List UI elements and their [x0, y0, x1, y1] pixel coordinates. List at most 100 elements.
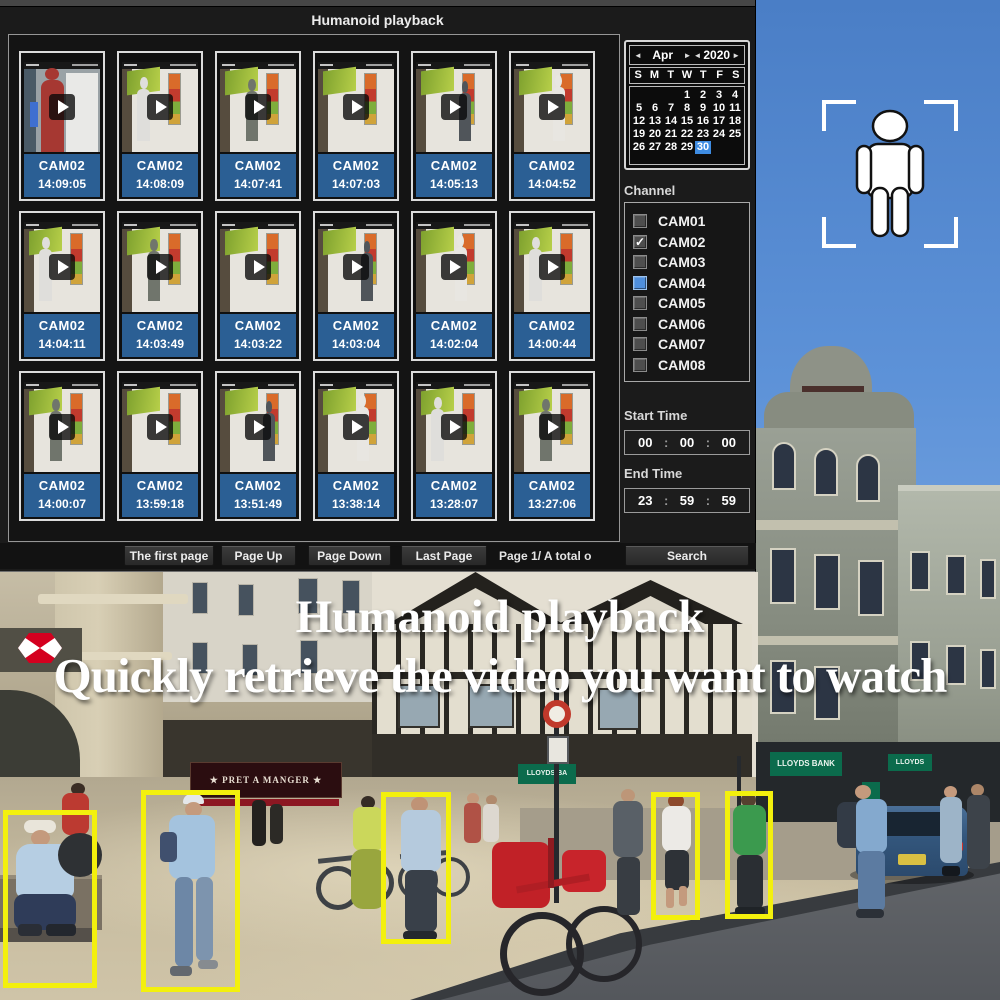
play-icon[interactable] — [441, 254, 467, 280]
play-icon[interactable] — [245, 414, 271, 440]
play-icon[interactable] — [343, 254, 369, 280]
calendar-day[interactable]: 28 — [663, 141, 679, 154]
play-icon[interactable] — [49, 94, 75, 120]
calendar-day[interactable]: 11 — [727, 102, 743, 115]
calendar-day[interactable]: 23 — [695, 128, 711, 141]
channel-row[interactable]: CAM01 — [633, 211, 749, 232]
thumbnail-cell[interactable]: CAM02 14:03:49 — [117, 211, 203, 361]
play-icon[interactable] — [147, 94, 173, 120]
thumbnail-cell[interactable]: CAM02 13:51:49 — [215, 371, 301, 521]
play-icon[interactable] — [539, 94, 565, 120]
calendar-day[interactable]: 24 — [711, 128, 727, 141]
thumb-art — [322, 66, 356, 96]
thumbnail-cell[interactable]: CAM02 14:03:22 — [215, 211, 301, 361]
thumbnail-cell[interactable]: CAM02 13:27:06 — [509, 371, 595, 521]
channel-row[interactable]: ✓ CAM02 — [633, 232, 749, 253]
thumbnail-cell[interactable]: CAM02 13:59:18 — [117, 371, 203, 521]
play-icon[interactable] — [49, 414, 75, 440]
channel-checkbox[interactable] — [633, 275, 647, 290]
search-button[interactable]: Search — [625, 546, 749, 566]
calendar-day[interactable]: 4 — [727, 89, 743, 102]
calendar-day[interactable]: 7 — [663, 102, 679, 115]
calendar-day[interactable]: 29 — [679, 141, 695, 154]
thumbnail-cell[interactable]: CAM02 13:28:07 — [411, 371, 497, 521]
calendar-day[interactable]: 5 — [631, 102, 647, 115]
last-page-button[interactable]: Last Page — [401, 546, 487, 566]
first-page-button[interactable]: The first page — [124, 546, 214, 566]
channel-row[interactable]: CAM06 — [633, 314, 749, 335]
calendar-day[interactable]: 9 — [695, 102, 711, 115]
calendar-day[interactable]: 13 — [647, 115, 663, 128]
channel-row[interactable]: CAM03 — [633, 252, 749, 273]
calendar-day[interactable]: 19 — [631, 128, 647, 141]
calendar-day[interactable]: 30 — [695, 141, 711, 154]
play-icon[interactable] — [343, 414, 369, 440]
thumbnail-cell[interactable]: CAM02 14:07:41 — [215, 51, 301, 201]
calendar-day[interactable]: 27 — [647, 141, 663, 154]
channel-checkbox[interactable] — [633, 357, 647, 372]
thumbnail-cell[interactable]: CAM02 14:07:03 — [313, 51, 399, 201]
play-icon[interactable] — [343, 94, 369, 120]
next-month-arrow-icon[interactable]: ► — [683, 51, 693, 60]
play-icon[interactable] — [441, 94, 467, 120]
channel-checkbox[interactable] — [633, 296, 647, 311]
calendar-day[interactable]: 2 — [695, 89, 711, 102]
prev-year-arrow-icon[interactable]: ◄ — [692, 51, 702, 60]
calendar-day[interactable]: 25 — [727, 128, 743, 141]
play-icon[interactable] — [147, 254, 173, 280]
play-icon[interactable] — [147, 414, 173, 440]
calendar-day[interactable]: 21 — [663, 128, 679, 141]
thumb-art — [322, 226, 356, 256]
thumbnail-cell[interactable]: CAM02 14:00:44 — [509, 211, 595, 361]
detection-box — [3, 810, 97, 988]
calendar-day[interactable]: 6 — [647, 102, 663, 115]
page-down-button[interactable]: Page Down — [308, 546, 391, 566]
thumbnail-cell[interactable]: CAM02 14:02:04 — [411, 211, 497, 361]
calendar-day[interactable]: 17 — [711, 115, 727, 128]
play-icon[interactable] — [441, 414, 467, 440]
thumbnail-cell[interactable]: CAM02 14:08:09 — [117, 51, 203, 201]
play-icon[interactable] — [49, 254, 75, 280]
channel-row[interactable]: CAM05 — [633, 293, 749, 314]
prev-month-arrow-icon[interactable]: ◄ — [633, 51, 643, 60]
thumbnail-cell[interactable]: CAM02 14:04:11 — [19, 211, 105, 361]
channel-row[interactable]: CAM07 — [633, 334, 749, 355]
play-icon[interactable] — [539, 254, 565, 280]
channel-row[interactable]: CAM04 — [633, 273, 749, 294]
thumbnail-image — [416, 382, 492, 472]
calendar-day[interactable]: 18 — [727, 115, 743, 128]
next-year-arrow-icon[interactable]: ► — [731, 51, 741, 60]
thumbnail-label: CAM02 14:03:22 — [220, 314, 296, 357]
calendar-day[interactable]: 26 — [631, 141, 647, 154]
calendar-day[interactable]: 8 — [679, 102, 695, 115]
calendar-day[interactable]: 3 — [711, 89, 727, 102]
calendar-day[interactable]: 10 — [711, 102, 727, 115]
calendar-day[interactable]: 16 — [695, 115, 711, 128]
calendar-day[interactable]: 14 — [663, 115, 679, 128]
thumbnail-cell[interactable]: CAM02 14:09:05 — [19, 51, 105, 201]
calendar-day[interactable]: 1 — [679, 89, 695, 102]
end-time-input[interactable]: 23 : 59 : 59 — [624, 488, 750, 513]
channel-section-label: Channel — [624, 183, 676, 198]
thumbnail-cell[interactable]: CAM02 14:04:52 — [509, 51, 595, 201]
play-icon[interactable] — [245, 254, 271, 280]
thumbnail-cell[interactable]: CAM02 13:38:14 — [313, 371, 399, 521]
channel-checkbox[interactable]: ✓ — [633, 234, 647, 249]
play-icon[interactable] — [539, 414, 565, 440]
channel-checkbox[interactable] — [633, 214, 647, 229]
calendar-day[interactable]: 15 — [679, 115, 695, 128]
start-time-input[interactable]: 00 : 00 : 00 — [624, 430, 750, 455]
thumbnail-cell[interactable]: CAM02 14:05:13 — [411, 51, 497, 201]
page-up-button[interactable]: Page Up — [221, 546, 296, 566]
channel-checkbox[interactable] — [633, 316, 647, 331]
channel-checkbox[interactable] — [633, 255, 647, 270]
calendar-day[interactable]: 12 — [631, 115, 647, 128]
play-icon[interactable] — [245, 94, 271, 120]
calendar-day[interactable]: 20 — [647, 128, 663, 141]
thumbnail-cell[interactable]: CAM02 14:03:04 — [313, 211, 399, 361]
channel-checkbox[interactable] — [633, 337, 647, 352]
thumbnail-label: CAM02 13:59:18 — [122, 474, 198, 517]
calendar-day[interactable]: 22 — [679, 128, 695, 141]
channel-row[interactable]: CAM08 — [633, 355, 749, 376]
thumbnail-cell[interactable]: CAM02 14:00:07 — [19, 371, 105, 521]
